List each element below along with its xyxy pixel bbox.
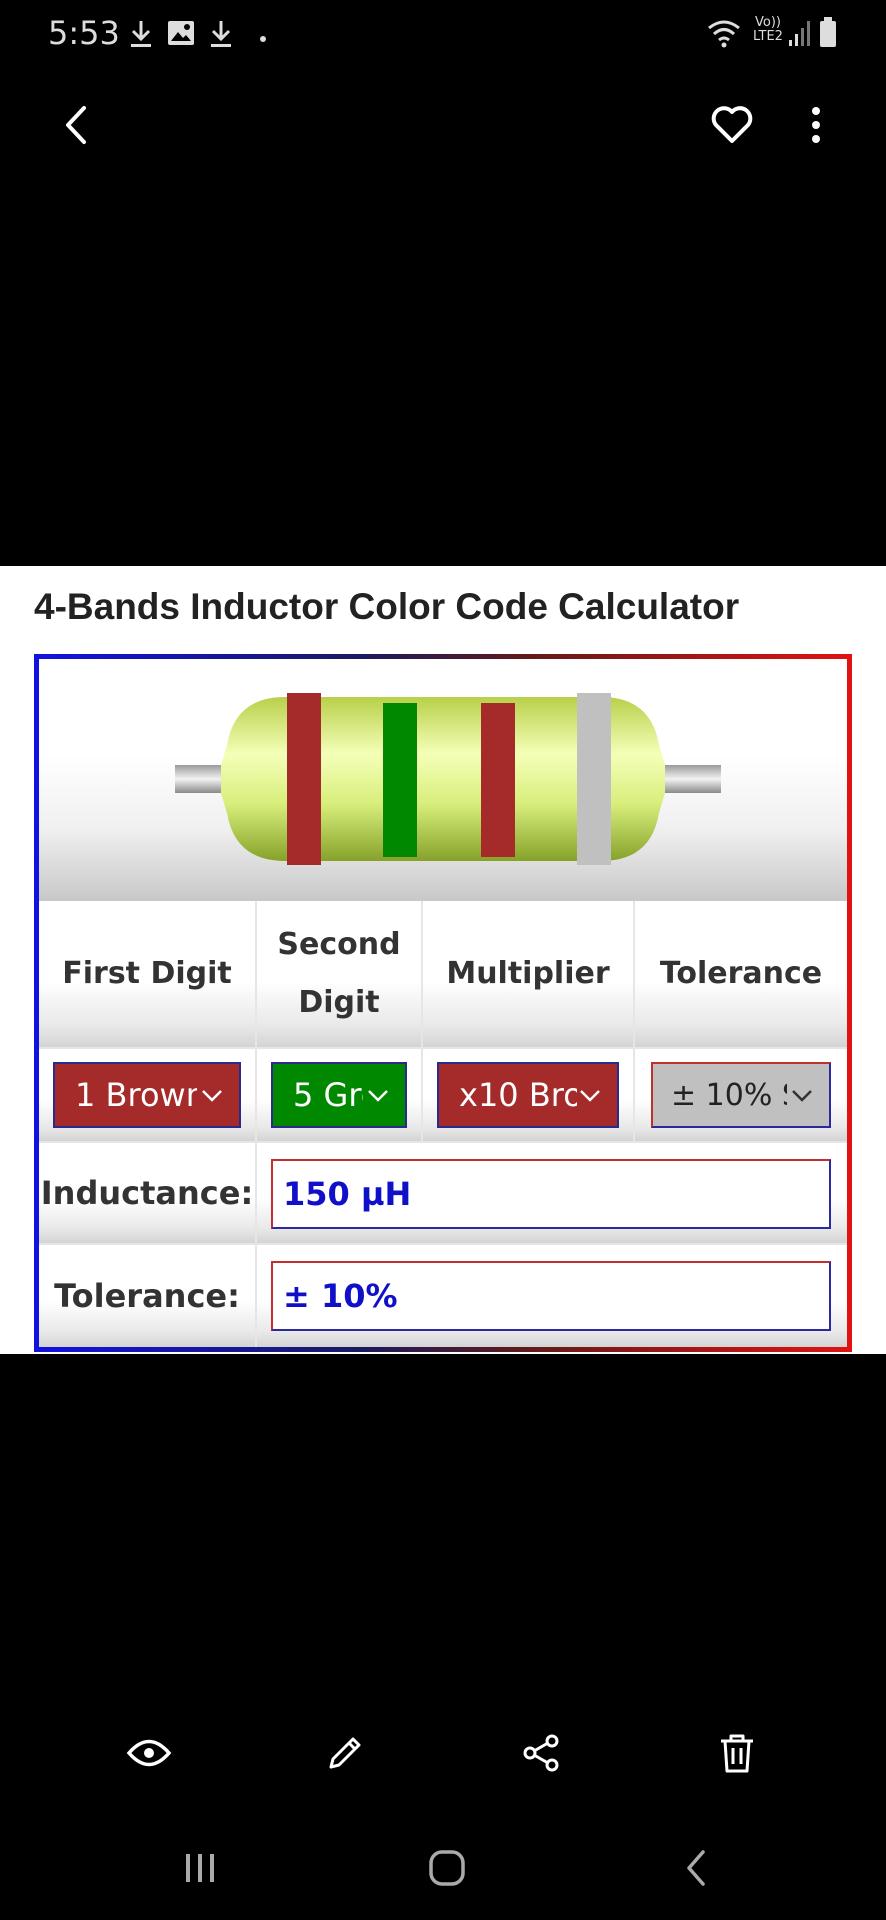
- second-digit-select[interactable]: 5 Green: [271, 1062, 407, 1128]
- dot-icon: [259, 30, 267, 48]
- header-multiplier: Multiplier: [423, 901, 635, 1049]
- edit-button[interactable]: [320, 1730, 370, 1780]
- chevron-down-icon: [195, 1076, 229, 1116]
- back-nav-icon: [681, 1848, 711, 1893]
- inductance-output[interactable]: 150 µH: [271, 1159, 831, 1229]
- chevron-down-icon: [361, 1076, 395, 1116]
- right-lead: [659, 765, 721, 793]
- status-time: 5:53: [48, 14, 120, 52]
- tolerance-label: Tolerance:: [39, 1245, 257, 1347]
- share-icon: [521, 1733, 561, 1778]
- header-second-digit: Second Digit: [257, 901, 423, 1049]
- trash-icon: [718, 1732, 756, 1779]
- details-button[interactable]: [124, 1730, 174, 1780]
- download-icon: [208, 18, 234, 55]
- nav-back-button[interactable]: [666, 1840, 726, 1900]
- network-label: Vo)) LTE2: [753, 15, 783, 44]
- back-icon: [56, 106, 96, 154]
- share-button[interactable]: [516, 1730, 566, 1780]
- calculator-frame: First Digit Second Digit Multiplier Tole…: [34, 654, 852, 1352]
- eye-icon: [126, 1736, 172, 1775]
- tolerance-output[interactable]: ± 10%: [271, 1261, 831, 1331]
- home-button[interactable]: [417, 1840, 477, 1900]
- more-vert-icon: [800, 107, 832, 154]
- chevron-down-icon: [785, 1076, 819, 1116]
- download-icon: [128, 18, 154, 55]
- header-tolerance: Tolerance: [635, 901, 847, 1049]
- screenshot-image: 4-Bands Inductor Color Code Calculator F…: [0, 566, 886, 1354]
- band-first-digit: [287, 693, 321, 865]
- heart-icon: [708, 106, 756, 152]
- band-multiplier: [481, 703, 515, 857]
- calculator-title: 4-Bands Inductor Color Code Calculator: [34, 586, 740, 627]
- header-first-digit: First Digit: [39, 901, 257, 1049]
- recents-button[interactable]: [170, 1840, 230, 1900]
- home-icon: [427, 1848, 467, 1893]
- status-bar: 5:53 Vo)) LTE2: [0, 0, 886, 70]
- chevron-down-icon: [573, 1076, 607, 1116]
- more-options-button[interactable]: [800, 100, 832, 150]
- tolerance-select[interactable]: ± 10% Silver: [651, 1062, 831, 1128]
- multiplier-select[interactable]: x10 Brown: [437, 1062, 619, 1128]
- signal-icon: [788, 18, 812, 53]
- band-tolerance: [577, 693, 611, 865]
- first-digit-select[interactable]: 1 Brown: [53, 1062, 241, 1128]
- recents-icon: [182, 1852, 218, 1889]
- pencil-icon: [325, 1733, 365, 1778]
- wifi-icon: [706, 18, 742, 53]
- inductor-illustration: [39, 659, 847, 901]
- favorite-button[interactable]: [708, 100, 756, 148]
- delete-button[interactable]: [712, 1730, 762, 1780]
- image-icon: [166, 18, 196, 53]
- inductance-label: Inductance:: [39, 1143, 257, 1245]
- battery-icon: [818, 16, 838, 53]
- band-second-digit: [383, 703, 417, 857]
- back-button[interactable]: [56, 100, 96, 150]
